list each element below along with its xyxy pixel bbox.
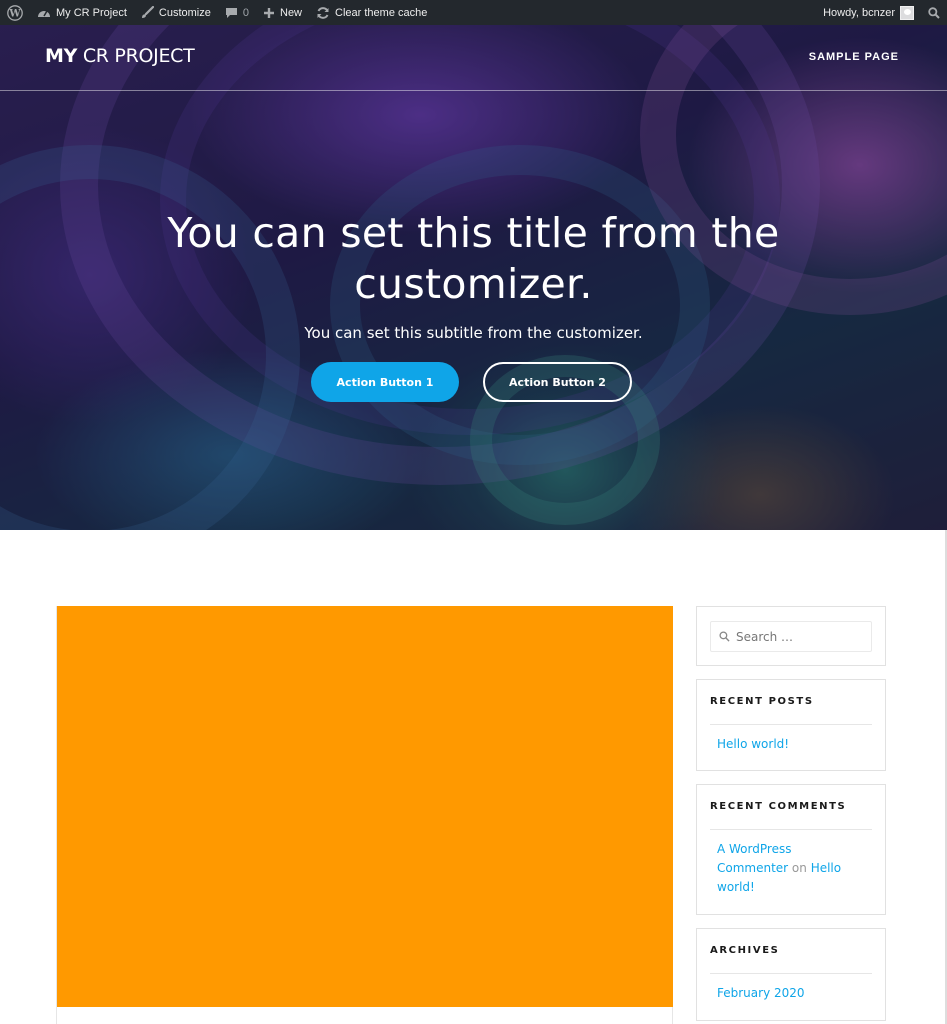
action-button-2[interactable]: Action Button 2 [483, 362, 632, 402]
search-input[interactable] [736, 629, 866, 644]
archives-list: February 2020 [717, 984, 862, 1003]
archives-title: ARCHIVES [710, 945, 780, 956]
wordpress-logo-menu[interactable]: W [0, 0, 30, 25]
clear-cache-label: Clear theme cache [335, 6, 428, 19]
comments-count: 0 [242, 6, 249, 19]
recent-post-link[interactable]: Hello world! [717, 737, 789, 751]
comment-bubble-icon [225, 7, 238, 19]
customize-label: Customize [158, 6, 211, 19]
site-name-label: My CR Project [56, 6, 127, 19]
site-title-rest: CR PROJECT [82, 45, 195, 67]
comments-menu[interactable]: 0 [218, 0, 256, 25]
recent-posts-widget: RECENT POSTS Hello world! [696, 679, 886, 771]
clear-theme-cache-menu[interactable]: Clear theme cache [309, 0, 434, 25]
search-form [710, 621, 872, 652]
dashboard-icon [37, 7, 51, 19]
brush-icon [141, 6, 154, 19]
recent-posts-list: Hello world! [717, 735, 862, 754]
widget-divider [710, 724, 872, 725]
archive-link[interactable]: February 2020 [717, 986, 805, 1000]
comment-connector: on [788, 861, 811, 875]
widget-divider [710, 973, 872, 974]
site-title-link[interactable]: MY CR PROJECT [45, 45, 195, 67]
search-icon [719, 631, 730, 642]
admin-search-button[interactable] [921, 0, 947, 25]
search-icon [928, 6, 940, 19]
new-content-menu[interactable]: New [256, 0, 309, 25]
recent-comment-item: A WordPress Commenter on Hello world! [717, 840, 862, 897]
content-area: RECENT POSTS Hello world! RECENT COMMENT… [0, 530, 947, 1024]
site-title-bold: MY [45, 45, 78, 67]
hero-subtitle: You can set this subtitle from the custo… [304, 324, 643, 342]
new-label: New [280, 6, 303, 19]
wordpress-icon: W [7, 4, 23, 21]
nav-sample-page[interactable]: SAMPLE PAGE [809, 51, 899, 63]
action-button-1[interactable]: Action Button 1 [311, 362, 459, 402]
post-card [56, 606, 673, 1024]
recent-comments-title: RECENT COMMENTS [710, 801, 847, 812]
plus-icon [263, 7, 275, 19]
customize-menu[interactable]: Customize [134, 0, 218, 25]
archives-widget: ARCHIVES February 2020 [696, 928, 886, 1021]
howdy-label: Howdy, bcnzer [823, 6, 895, 19]
avatar [900, 5, 914, 20]
recent-comments-widget: RECENT COMMENTS A WordPress Commenter on… [696, 784, 886, 915]
admin-bar: W My CR Project Customize 0 New Clear th… [0, 0, 947, 25]
site-name-menu[interactable]: My CR Project [30, 0, 134, 25]
comment-author-link[interactable]: A WordPress Commenter [717, 842, 791, 875]
widget-divider [710, 829, 872, 830]
admin-bar-right: Howdy, bcnzer [816, 0, 947, 25]
my-account-menu[interactable]: Howdy, bcnzer [816, 0, 921, 25]
recent-posts-title: RECENT POSTS [710, 696, 814, 707]
admin-bar-left: W My CR Project Customize 0 New Clear th… [0, 0, 434, 25]
hero-section: MY CR PROJECT SAMPLE PAGE You can set th… [0, 25, 947, 530]
refresh-icon [316, 6, 330, 20]
hero-title: You can set this title from the customiz… [167, 209, 780, 308]
svg-text:W: W [8, 8, 21, 19]
search-widget [696, 606, 886, 666]
site-header: MY CR PROJECT SAMPLE PAGE [0, 25, 947, 91]
post-thumbnail[interactable] [57, 606, 673, 1007]
